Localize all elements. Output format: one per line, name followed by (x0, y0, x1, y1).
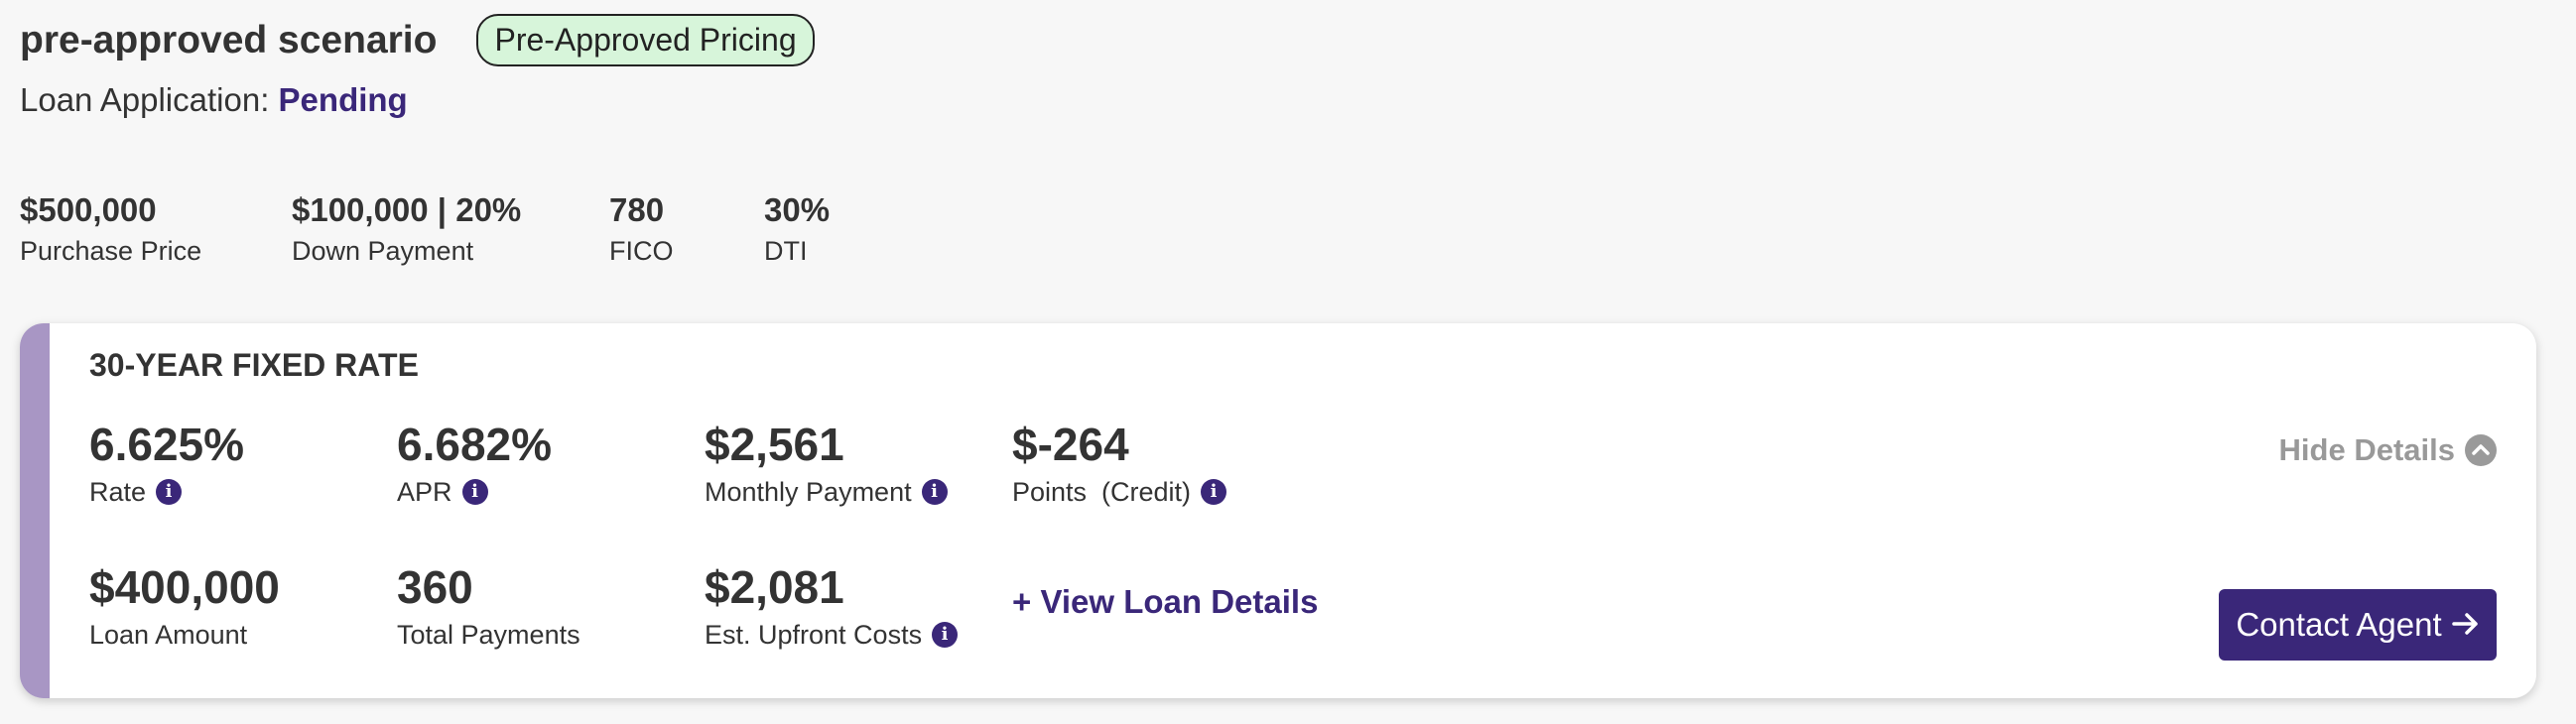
pricing-badge: Pre-Approved Pricing (476, 14, 815, 66)
card-accent-bar (20, 323, 50, 698)
contact-agent-label: Contact Agent (2236, 606, 2442, 643)
info-icon[interactable]: i (932, 622, 959, 648)
metric-label-row: APR i (397, 474, 552, 510)
metric-label-row: Est. Upfront Costs i (705, 617, 959, 653)
info-icon[interactable]: i (156, 479, 183, 505)
loan-application-status: Loan Application: Pending (20, 81, 408, 119)
metric-label: Est. Upfront Costs (705, 620, 923, 650)
stat-label: Down Payment (292, 236, 474, 266)
metric-value: 6.625% (89, 419, 245, 470)
loan-option-title: 30-YEAR FIXED RATE (89, 347, 419, 383)
metric-rate: 6.625% Rate i (89, 417, 244, 510)
info-icon[interactable]: i (1201, 479, 1227, 505)
contact-agent-button[interactable]: Contact Agent (2219, 589, 2497, 661)
metric-total-payments: 360 Total Payments (397, 559, 580, 653)
stat-label: FICO (609, 236, 674, 266)
metric-label-row: Rate i (89, 474, 244, 510)
arrow-right-icon (2451, 606, 2480, 644)
info-icon[interactable]: i (461, 479, 488, 505)
chevron-up-icon (2465, 434, 2497, 466)
metric-label-row: Total Payments (397, 617, 580, 653)
metric-label: Monthly Payment (705, 477, 912, 507)
view-loan-details-link[interactable]: + View Loan Details (1012, 583, 1318, 621)
metric-value: $2,561 (705, 419, 844, 470)
scenario-title: pre-approved scenario (20, 18, 438, 61)
metric-label: Total Payments (397, 620, 580, 650)
stat-fico: 780 FICO (609, 190, 674, 268)
metric-label: Points (Credit) (1012, 477, 1192, 507)
header: pre-approved scenario Pre-Approved Prici… (20, 14, 815, 66)
metric-loan-amount: $400,000 Loan Amount (89, 559, 280, 653)
metric-points: $-264 Points (Credit) i (1012, 417, 1227, 510)
page: pre-approved scenario Pre-Approved Prici… (0, 0, 2576, 724)
metric-label-row: Monthly Payment i (705, 474, 948, 510)
metric-label: Rate (89, 477, 147, 507)
metric-upfront-costs: $2,081 Est. Upfront Costs i (705, 559, 959, 653)
metric-label-row: Loan Amount (89, 617, 280, 653)
info-icon[interactable]: i (921, 479, 948, 505)
stat-value: 30% (764, 191, 831, 228)
stat-value: 780 (609, 191, 665, 228)
metric-label: APR (397, 477, 452, 507)
stat-value: $500,000 (20, 191, 157, 228)
metric-label: Loan Amount (89, 620, 248, 650)
stat-label: Purchase Price (20, 236, 202, 266)
stat-label: DTI (764, 236, 808, 266)
loan-option-card: 30-YEAR FIXED RATE 6.625% Rate i 6.682% … (20, 323, 2536, 698)
stat-down-payment: $100,000 | 20% Down Payment (292, 190, 521, 268)
stat-purchase-price: $500,000 Purchase Price (20, 190, 201, 268)
metric-label-row: Points (Credit) i (1012, 474, 1227, 510)
hide-details-toggle[interactable]: Hide Details (2279, 432, 2497, 468)
stat-dti: 30% DTI (764, 190, 830, 268)
metric-apr: 6.682% APR i (397, 417, 552, 510)
loan-application-label: Loan Application: (20, 81, 270, 118)
loan-application-status-value: Pending (278, 81, 408, 118)
metric-value: 6.682% (397, 419, 553, 470)
metric-monthly-payment: $2,561 Monthly Payment i (705, 417, 948, 510)
metric-value: $2,081 (705, 561, 844, 613)
metric-value: 360 (397, 561, 473, 613)
stat-value: $100,000 | 20% (292, 191, 522, 228)
metric-value: $400,000 (89, 561, 280, 613)
hide-details-label: Hide Details (2278, 432, 2455, 467)
metric-value: $-264 (1012, 419, 1129, 470)
